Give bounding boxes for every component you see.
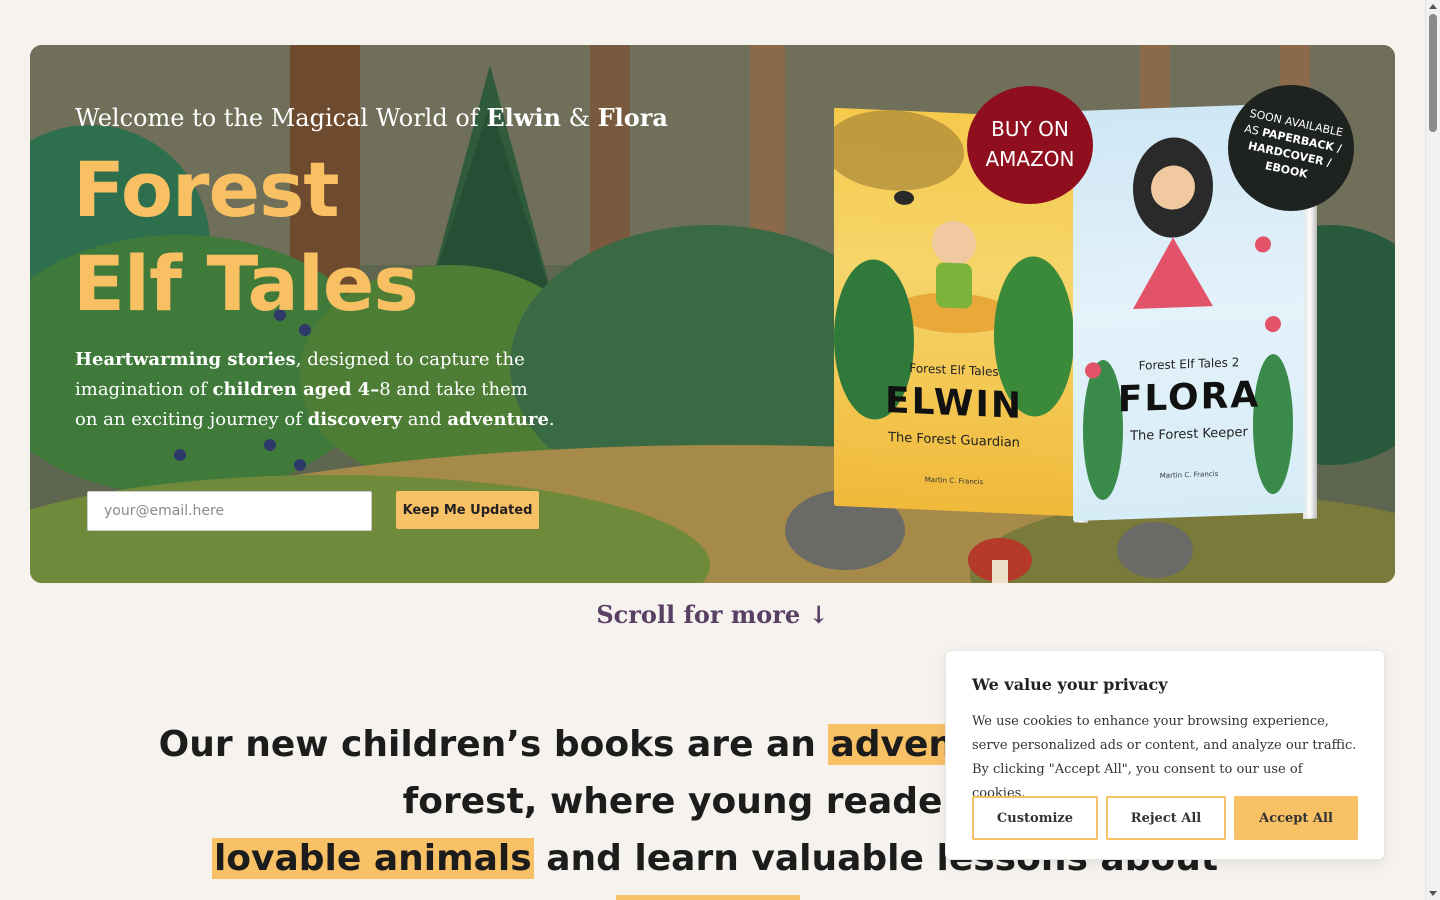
welcome-name-elwin: Elwin [486, 103, 561, 132]
accept-all-button[interactable]: Accept All [1234, 796, 1358, 840]
intro-text-4: . [548, 409, 555, 430]
headline-text-4: , [800, 895, 814, 900]
buy-on-amazon-badge[interactable]: BUY ON AMAZON [967, 86, 1093, 204]
intro-bold-3: discovery [307, 409, 403, 430]
intro-bold-4: adventure [447, 409, 549, 430]
hero-title: Forest Elf Tales [73, 143, 419, 331]
intro-bold-2: children aged 4– [212, 379, 380, 400]
hero-welcome: Welcome to the Magical World of Elwin & … [75, 103, 668, 132]
cookie-text: We use cookies to enhance your browsing … [972, 714, 1357, 801]
page-scrollbar[interactable] [1425, 0, 1440, 900]
soon-badge-line2: AS [1243, 122, 1261, 138]
headline-text-1: Our new children’s books are an [158, 724, 829, 765]
intro-bold-1: Heartwarming stories [75, 349, 296, 370]
intro-text-3: and [402, 409, 448, 430]
hero-banner: Welcome to the Magical World of Elwin & … [30, 45, 1395, 583]
hero-title-line2: Elf Tales [73, 239, 419, 328]
email-field[interactable] [87, 491, 372, 531]
amazon-badge-line2: AMAZON [985, 147, 1075, 171]
hero-title-line1: Forest [73, 145, 340, 234]
welcome-name-flora: Flora [597, 103, 668, 132]
cookie-consent-banner: We value your privacy We use cookies to … [945, 650, 1385, 860]
scrollbar-thumb[interactable] [1429, 14, 1437, 132]
cookie-buttons: Customize Reject All Accept All [972, 796, 1358, 840]
headline-highlight-2: lovable animals [211, 838, 534, 879]
hero-intro: Heartwarming stories, designed to captur… [75, 345, 555, 435]
welcome-ampersand: & [568, 104, 590, 132]
amazon-badge-line1: BUY ON [991, 117, 1069, 141]
scroll-down-icon[interactable] [1429, 891, 1437, 896]
book-name: FLORA [1117, 374, 1261, 421]
customize-button[interactable]: Customize [972, 796, 1098, 840]
welcome-prefix: Welcome to the Magical World of [75, 104, 479, 132]
scroll-up-icon[interactable] [1429, 4, 1437, 9]
cookie-title: We value your privacy [972, 675, 1168, 694]
reject-all-button[interactable]: Reject All [1106, 796, 1226, 840]
keep-me-updated-button[interactable]: Keep Me Updated [396, 491, 539, 529]
headline-highlight-3: kindness [615, 895, 801, 900]
scroll-for-more[interactable]: Scroll for more ↓ [0, 600, 1425, 629]
